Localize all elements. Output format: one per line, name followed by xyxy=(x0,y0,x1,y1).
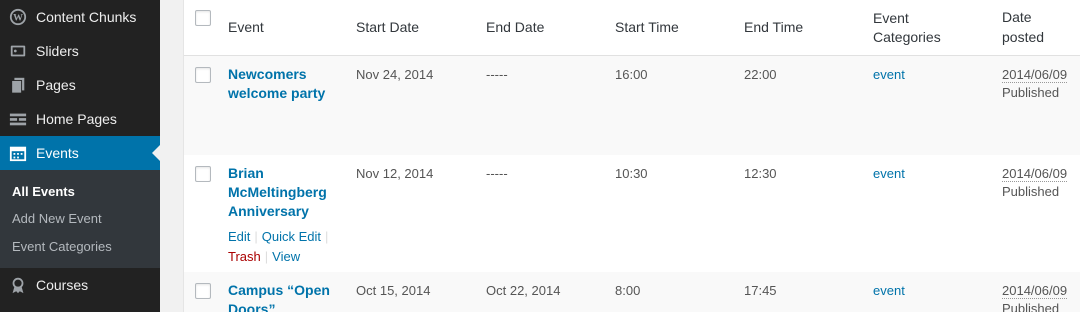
column-start-date[interactable]: Start Date xyxy=(356,17,419,37)
row-checkbox[interactable] xyxy=(195,166,211,182)
status-text: Published xyxy=(1002,184,1060,199)
sliders-icon xyxy=(8,41,28,61)
sidebar-item-label: Content Chunks xyxy=(36,9,137,25)
sidebar-item-pages[interactable]: Pages xyxy=(0,68,160,102)
date-posted-cell: 2014/06/09 Published xyxy=(1002,66,1068,102)
category-link[interactable]: event xyxy=(873,282,905,300)
date-posted-cell: 2014/06/09 Published xyxy=(1002,165,1068,201)
row-checkbox[interactable] xyxy=(195,283,211,299)
column-event-categories-line2: Categories xyxy=(873,29,941,45)
trash-link[interactable]: Trash xyxy=(228,249,261,264)
status-text: Published xyxy=(1002,301,1060,312)
row-actions: Edit | Quick Edit | Trash | View xyxy=(228,227,332,267)
column-date-posted-line2[interactable]: posted xyxy=(1002,27,1044,47)
event-title-link[interactable]: Newcomers welcome party xyxy=(228,65,338,103)
start-time-cell: 8:00 xyxy=(615,283,641,298)
start-date-cell: Nov 12, 2014 xyxy=(356,166,434,181)
sidebar-item-label: Events xyxy=(36,145,79,161)
separator: | xyxy=(254,229,258,244)
home-pages-icon xyxy=(8,109,28,129)
date-value: 2014/06/09 xyxy=(1002,166,1068,182)
separator: | xyxy=(325,229,329,244)
end-date-cell: Oct 22, 2014 xyxy=(486,283,561,298)
events-table: Event Start Date End Date Start Time End… xyxy=(183,0,1080,312)
courses-icon xyxy=(8,275,28,295)
status-text: Published xyxy=(1002,85,1060,100)
date-posted-cell: 2014/06/09 Published xyxy=(1002,282,1068,312)
column-end-time[interactable]: End Time xyxy=(744,17,803,37)
end-date-cell: ----- xyxy=(486,166,508,181)
column-start-time[interactable]: Start Time xyxy=(615,17,679,37)
content-chunks-icon: W xyxy=(8,7,28,27)
pages-icon xyxy=(8,75,28,95)
select-all-checkbox[interactable] xyxy=(195,10,211,26)
column-date-posted-line1[interactable]: Date xyxy=(1002,7,1032,27)
events-submenu: All Events Add New Event Event Categorie… xyxy=(0,170,160,268)
table-row: Newcomers welcome party Nov 24, 2014 ---… xyxy=(184,56,1080,155)
column-end-date[interactable]: End Date xyxy=(486,17,544,37)
submenu-all-events[interactable]: All Events xyxy=(12,184,75,199)
sidebar-item-content-chunks[interactable]: W Content Chunks xyxy=(0,0,160,34)
view-link[interactable]: View xyxy=(272,249,300,264)
column-event[interactable]: Event xyxy=(228,17,264,37)
sidebar-item-label: Courses xyxy=(36,277,89,293)
separator: | xyxy=(264,249,269,264)
table-header: Event Start Date End Date Start Time End… xyxy=(184,0,1080,56)
submenu-add-new-event[interactable]: Add New Event xyxy=(12,211,102,226)
start-date-cell: Nov 24, 2014 xyxy=(356,67,434,82)
sidebar-item-sliders[interactable]: Sliders xyxy=(0,34,160,68)
date-value: 2014/06/09 xyxy=(1002,283,1068,299)
start-time-cell: 16:00 xyxy=(615,67,648,82)
category-link[interactable]: event xyxy=(873,165,905,183)
row-checkbox[interactable] xyxy=(195,67,211,83)
event-title-link[interactable]: Brian McMeltingberg Anniversary xyxy=(228,164,338,221)
start-time-cell: 10:30 xyxy=(615,166,648,181)
sidebar-item-courses[interactable]: Courses xyxy=(0,268,160,302)
sidebar-item-home-pages[interactable]: Home Pages xyxy=(0,102,160,136)
svg-text:W: W xyxy=(13,13,23,24)
admin-screen: W Content Chunks Sliders Pages Home Page… xyxy=(0,0,1080,312)
sidebar-item-label: Home Pages xyxy=(36,111,117,127)
end-time-cell: 17:45 xyxy=(744,283,777,298)
category-link[interactable]: event xyxy=(873,66,905,84)
sidebar-item-events[interactable]: Events xyxy=(0,136,160,170)
edit-link[interactable]: Edit xyxy=(228,229,250,244)
submenu-event-categories[interactable]: Event Categories xyxy=(12,239,112,254)
date-value: 2014/06/09 xyxy=(1002,67,1068,83)
end-time-cell: 12:30 xyxy=(744,166,777,181)
end-date-cell: ----- xyxy=(486,67,508,82)
start-date-cell: Oct 15, 2014 xyxy=(356,283,431,298)
table-row: Brian McMeltingberg Anniversary Nov 12, … xyxy=(184,155,1080,272)
table-row: Campus “Open Doors” Oct 15, 2014 Oct 22,… xyxy=(184,272,1080,312)
admin-sidebar: W Content Chunks Sliders Pages Home Page… xyxy=(0,0,160,312)
column-event-categories-line1: Event xyxy=(873,10,909,26)
calendar-icon xyxy=(8,143,28,163)
event-title-link[interactable]: Campus “Open Doors” xyxy=(228,281,338,312)
quick-edit-link[interactable]: Quick Edit xyxy=(262,229,321,244)
sidebar-item-label: Pages xyxy=(36,77,76,93)
sidebar-item-label: Sliders xyxy=(36,43,79,59)
end-time-cell: 22:00 xyxy=(744,67,777,82)
